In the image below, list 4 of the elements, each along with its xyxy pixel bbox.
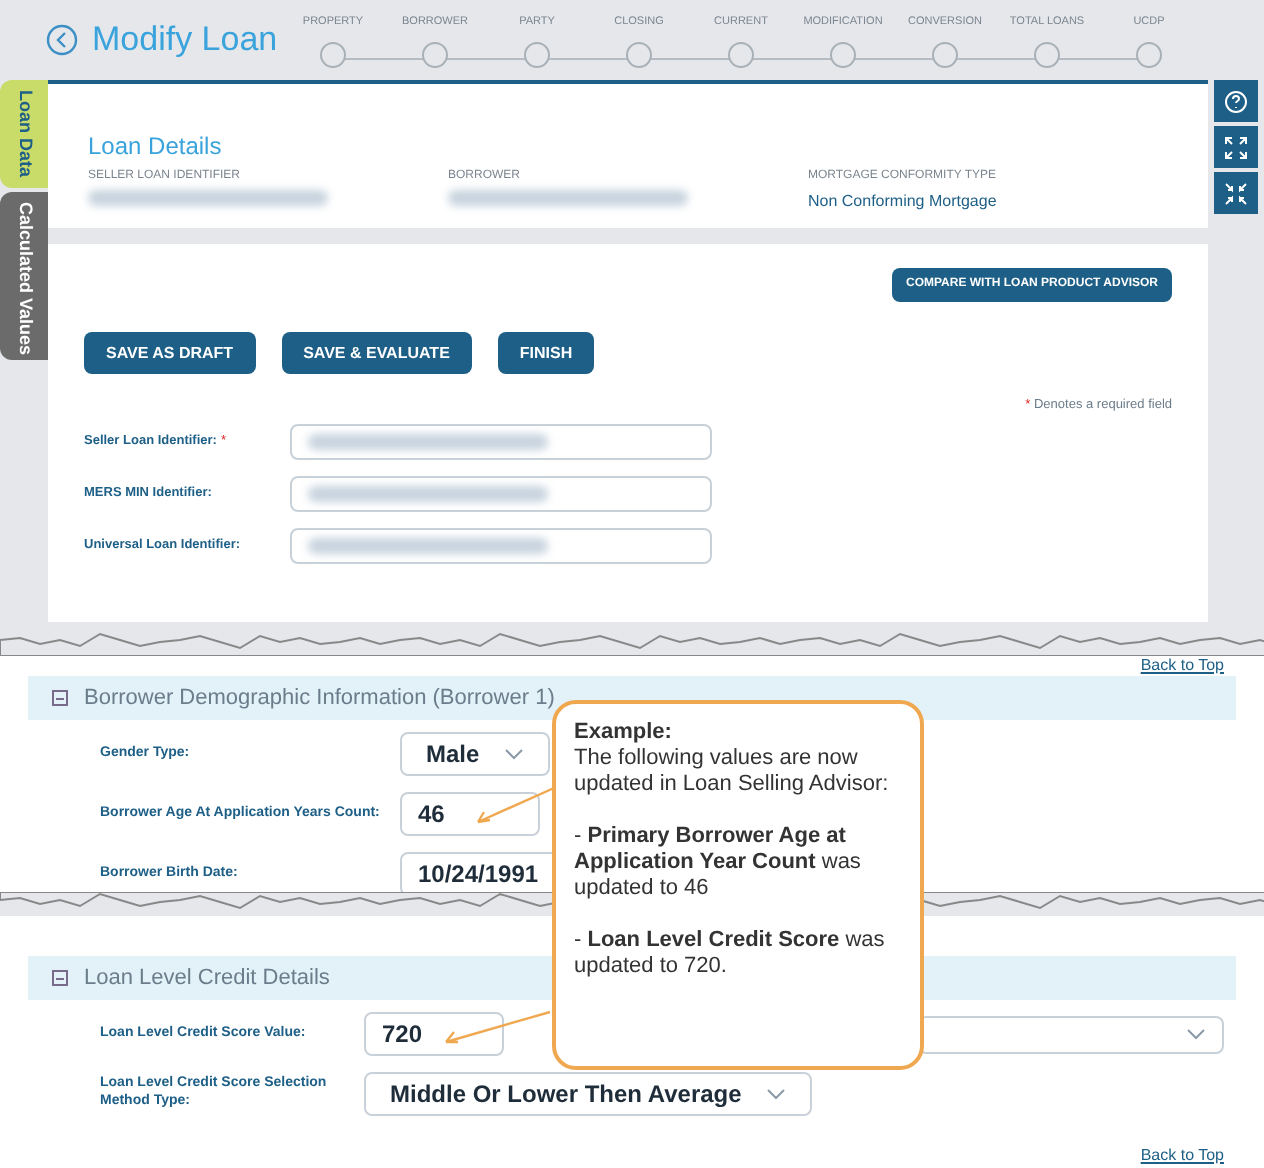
section-title: Loan Details — [88, 130, 224, 164]
page-title: Modify Loan — [92, 18, 280, 63]
callout-tooltip: Example: The following values are now updated in Loan Selling Advisor: - Primary Borrower Age at Application Year Count was updated to 46 - Loan Level Credit Score was updated to 720. — [552, 700, 924, 1070]
detail-value: Non Conforming Mortgage — [808, 190, 999, 214]
